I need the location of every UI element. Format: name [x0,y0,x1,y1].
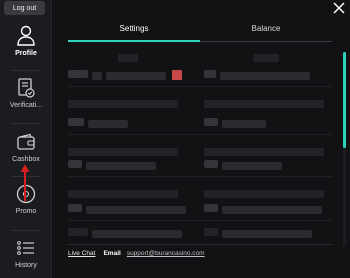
redacted-block [92,72,102,80]
redacted-block [204,118,218,126]
redacted-block [204,160,218,168]
sidebar-item-label: Verificati... [9,102,43,109]
redacted-block [68,118,84,126]
sidebar-item-label: History [15,262,37,269]
redacted-block [86,206,186,214]
redacted-block [86,162,156,170]
annotation-arrow [20,164,30,201]
sidebar-divider [12,70,40,71]
sidebar-item-label: Cashbox [12,156,40,163]
redacted-block [222,230,312,238]
redacted-block [172,70,182,80]
redacted-block [68,204,82,212]
sidebar-item-verification[interactable]: Verificati... [0,76,52,109]
divider [68,220,332,221]
tab-balance[interactable]: Balance [200,20,332,42]
divider [68,86,332,87]
tab-bar: Settings Balance [68,20,332,42]
sidebar-divider [12,123,40,124]
redacted-block [88,120,128,128]
scrollbar-thumb[interactable] [343,52,346,148]
sidebar-item-profile[interactable]: Profile [0,24,52,57]
redacted-block [68,160,82,168]
redacted-block [204,204,218,212]
list-icon [14,236,38,260]
redacted-block [92,230,182,238]
redacted-block [68,70,88,78]
support-email-link[interactable]: support@burancasino.com [127,250,205,257]
redacted-block [222,206,322,214]
redacted-block [68,228,88,236]
redacted-block [222,162,282,170]
redacted-block [220,72,310,80]
sidebar-item-label: Profile [15,50,37,57]
main-panel: Settings Balance Live Chat Email support… [53,0,350,278]
tab-settings[interactable]: Settings [68,20,200,42]
user-icon [14,24,38,48]
sidebar-divider [12,230,40,231]
redacted-block [204,70,216,78]
sidebar-item-label: Promo [15,208,37,215]
wallet-icon [14,130,38,154]
document-check-icon [14,76,38,100]
redacted-block [68,148,178,156]
close-icon [333,2,345,14]
live-chat-link[interactable]: Live Chat [68,250,95,257]
divider [68,176,332,177]
redacted-block [253,54,279,62]
footer: Live Chat Email support@burancasino.com [68,244,332,257]
scrollbar[interactable] [343,52,346,246]
sidebar-item-history[interactable]: History [0,236,52,269]
redacted-block [204,100,324,108]
settings-content [68,48,332,238]
redacted-block [204,190,324,198]
divider [68,134,332,135]
redacted-block [118,54,138,62]
redacted-block [106,72,166,80]
sidebar: Log out Profile Verificati... Cashbox Pr… [0,0,52,278]
redacted-block [222,120,266,128]
logout-button[interactable]: Log out [4,1,45,15]
sidebar-item-cashbox[interactable]: Cashbox [0,130,52,163]
email-label: Email [103,250,121,257]
redacted-block [204,228,218,236]
redacted-block [204,148,324,156]
redacted-block [68,190,178,198]
redacted-block [68,100,178,108]
close-button[interactable] [332,1,346,15]
